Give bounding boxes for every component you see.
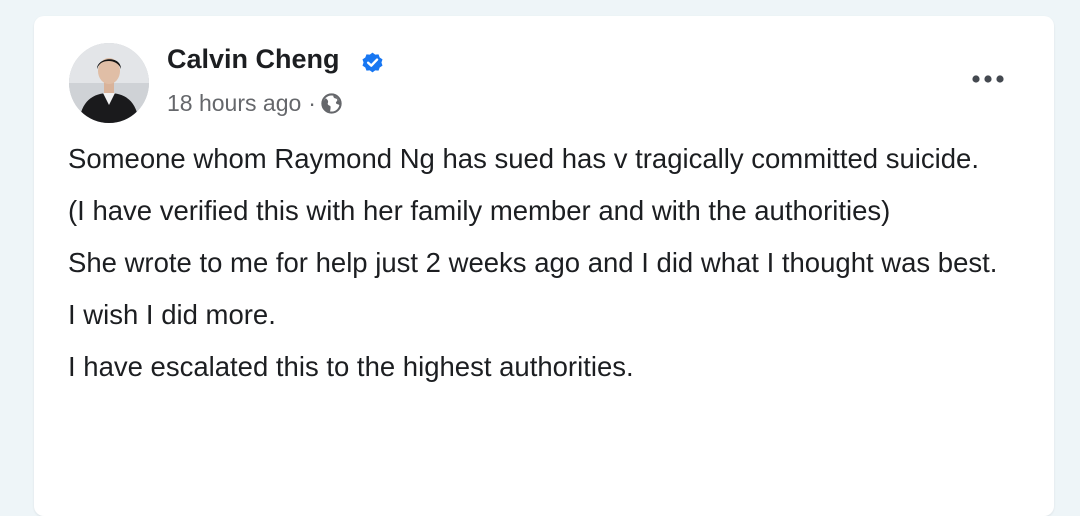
post-paragraph: (I have verified this with her family me…	[68, 195, 891, 226]
post-card: Calvin Cheng 18 hours ago · Someone whom…	[34, 16, 1054, 516]
post-text: Someone whom Raymond Ng has sued has v t…	[68, 138, 1008, 398]
post-meta: 18 hours ago ·	[167, 90, 343, 117]
more-options-button[interactable]	[964, 63, 1012, 95]
post-paragraph: I have escalated this to the highest aut…	[68, 351, 634, 382]
globe-icon[interactable]	[320, 92, 343, 115]
more-options-icon	[972, 75, 1004, 83]
post-paragraph: Someone whom Raymond Ng has sued has v t…	[68, 143, 979, 174]
post-paragraph: I wish I did more.	[68, 299, 276, 330]
post-paragraph: She wrote to me for help just 2 weeks ag…	[68, 247, 998, 278]
avatar[interactable]	[69, 43, 149, 123]
verified-badge-icon	[362, 52, 383, 73]
timestamp-link[interactable]: 18 hours ago	[167, 90, 301, 117]
author-name[interactable]: Calvin Cheng	[167, 44, 340, 75]
meta-separator: ·	[308, 90, 316, 116]
